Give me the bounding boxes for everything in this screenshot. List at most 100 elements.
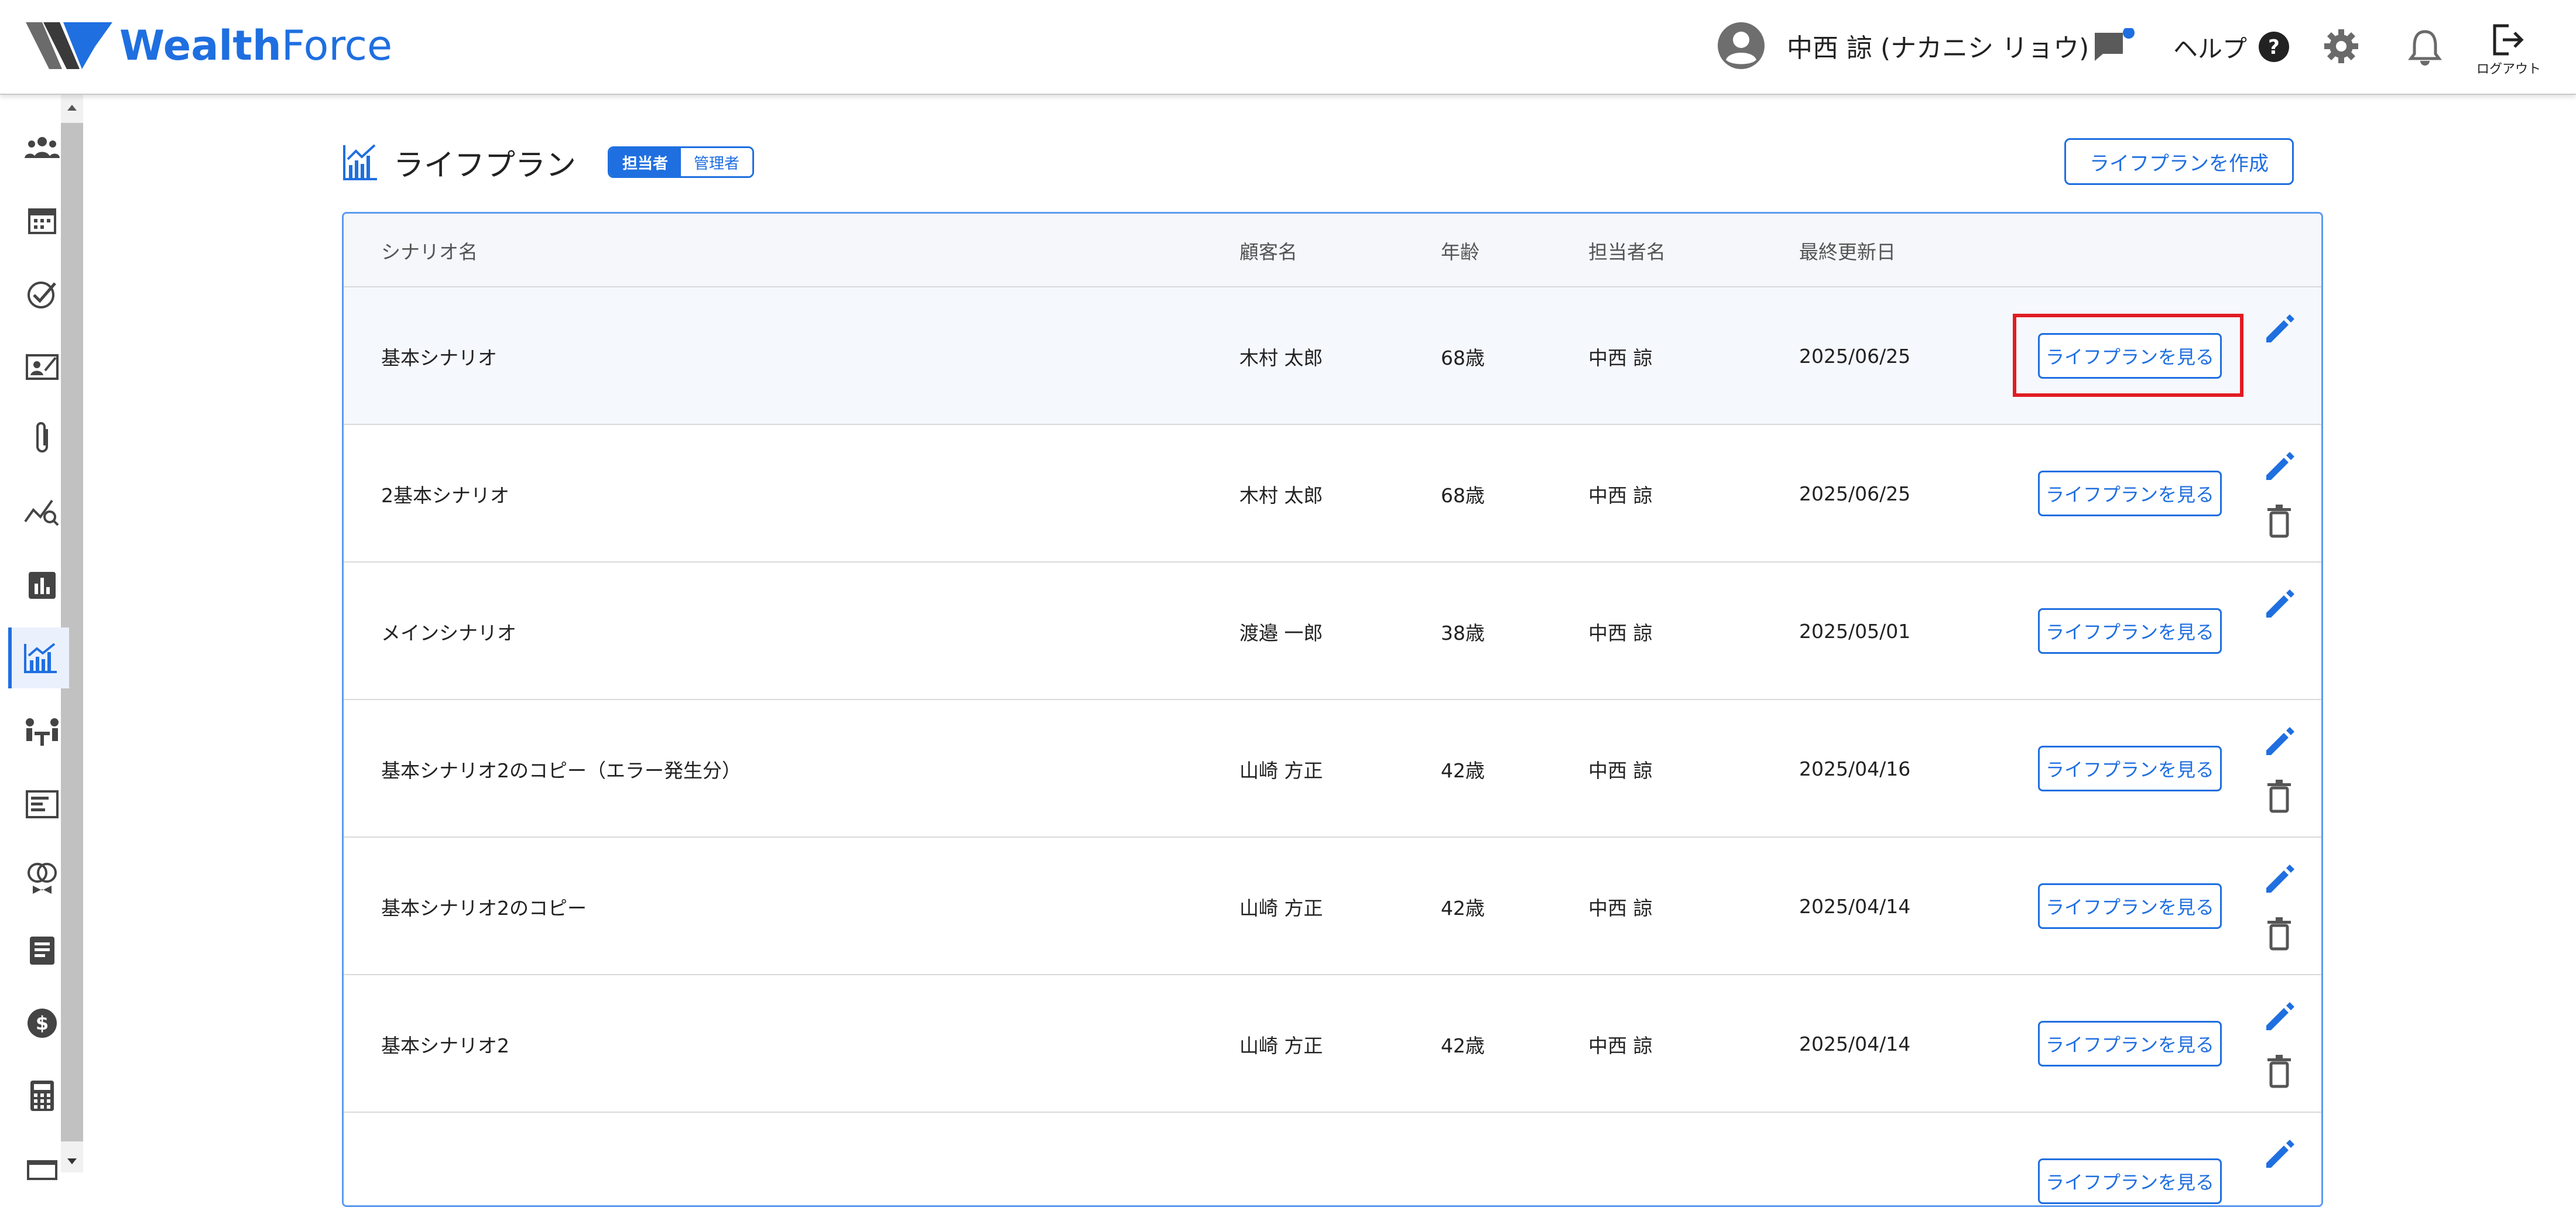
- edit-pencil-icon[interactable]: [2262, 586, 2298, 625]
- table-row[interactable]: ライフプランを見る: [344, 1113, 2321, 1205]
- column-header-staff: 担当者名: [1588, 241, 1666, 263]
- logout-icon: [2493, 24, 2524, 56]
- cell-staff-name: 中西 諒: [1588, 346, 1653, 369]
- create-lifeplan-button[interactable]: ライフプランを作成: [2064, 138, 2294, 185]
- dollar-icon: $: [28, 1009, 57, 1038]
- sidebar-item-meetings[interactable]: [12, 701, 73, 762]
- calculator-icon: [30, 1081, 54, 1111]
- cell-customer-name: 木村 太郎: [1239, 346, 1323, 369]
- user-menu[interactable]: 中西 諒 (ナカニシ リョウ): [1717, 21, 2089, 70]
- gear-icon[interactable]: [2322, 27, 2361, 68]
- edit-pencil-icon[interactable]: [2262, 448, 2298, 487]
- cell-updated-date: 2025/06/25: [1799, 345, 1911, 368]
- sidebar-item-customers[interactable]: [12, 117, 73, 178]
- view-lifeplan-button[interactable]: ライフプランを見る: [2038, 883, 2222, 929]
- lifeplan-title-icon: [343, 144, 377, 180]
- help-link[interactable]: ヘルプ ?: [2173, 28, 2290, 66]
- calendar-icon: [28, 208, 56, 234]
- toggle-admin[interactable]: 管理者: [681, 148, 753, 176]
- view-lifeplan-button[interactable]: ライフプランを見る: [2038, 471, 2222, 516]
- cell-scenario-name: 基本シナリオ2のコピー: [381, 896, 587, 920]
- check-circle-icon: [28, 282, 56, 308]
- cell-updated-date: 2025/04/16: [1799, 757, 1911, 780]
- table-header: シナリオ名 顧客名 年齢 担当者名 最終更新日: [344, 214, 2321, 287]
- chat-icon[interactable]: [2091, 27, 2138, 68]
- user-avatar-icon: [1718, 22, 1765, 69]
- column-header-updated: 最終更新日: [1799, 241, 1896, 263]
- edit-pencil-icon[interactable]: [2262, 861, 2298, 900]
- user-name: 中西 諒 (ナカニシ リョウ): [1787, 33, 2089, 63]
- column-header-customer: 顧客名: [1239, 241, 1297, 263]
- lifeplan-chart-icon: [24, 643, 57, 673]
- table-row[interactable]: 2基本シナリオ 木村 太郎 68歳 中西 諒 2025/06/25 ライフプランを見る: [344, 425, 2321, 563]
- edit-pencil-icon[interactable]: [2262, 311, 2298, 349]
- cell-updated-date: 2025/04/14: [1799, 1033, 1911, 1055]
- sidebar-item-finance[interactable]: $: [12, 993, 73, 1054]
- meeting-icon: [26, 718, 59, 746]
- table-row[interactable]: 基本シナリオ2 山崎 方正 42歳 中西 諒 2025/04/14 ライフプランを見る: [344, 975, 2321, 1113]
- chart-search-icon: [24, 499, 59, 526]
- cell-staff-name: 中西 諒: [1588, 1034, 1653, 1057]
- sidebar-item-contacts[interactable]: [12, 336, 73, 397]
- logo-text: WealthForce: [119, 22, 393, 70]
- document-icon: [30, 937, 54, 965]
- logout-label: ログアウト: [2476, 62, 2541, 77]
- view-lifeplan-button[interactable]: ライフプランを見る: [2038, 1158, 2222, 1204]
- top-header: WealthForce 中西 諒 (ナカニシ リョウ) ヘルプ ? ログアウト: [0, 0, 2576, 95]
- sidebar-item-reports[interactable]: [12, 555, 73, 616]
- wealthforce-logo[interactable]: WealthForce: [26, 21, 392, 70]
- page-title-row: ライフプラン 担当者 管理者: [342, 142, 755, 183]
- edit-pencil-icon[interactable]: [2262, 1136, 2298, 1175]
- cell-updated-date: 2025/04/14: [1799, 895, 1911, 918]
- cell-scenario-name: メインシナリオ: [381, 621, 516, 644]
- cell-scenario-name: 2基本シナリオ: [381, 484, 509, 507]
- delete-trash-icon[interactable]: [2263, 777, 2296, 817]
- toggle-staff[interactable]: 担当者: [609, 148, 681, 176]
- sidebar-item-life-events[interactable]: [12, 846, 73, 907]
- cell-age: 42歳: [1441, 896, 1485, 920]
- view-lifeplan-button[interactable]: ライフプランを見る: [2038, 333, 2222, 379]
- sidebar-item-tasks[interactable]: [12, 263, 73, 324]
- cell-staff-name: 中西 諒: [1588, 484, 1653, 507]
- table-row[interactable]: 基本シナリオ 木村 太郎 68歳 中西 諒 2025/06/25 ライフプランを見る: [344, 287, 2321, 425]
- view-lifeplan-button[interactable]: ライフプランを見る: [2038, 1021, 2222, 1067]
- table-row[interactable]: 基本シナリオ2のコピー 山崎 方正 42歳 中西 諒 2025/04/14 ライフプランを…: [344, 838, 2321, 975]
- tray-icon: [27, 1160, 57, 1180]
- contact-card-icon: [26, 354, 59, 380]
- view-lifeplan-button[interactable]: ライフプランを見る: [2038, 608, 2222, 654]
- delete-trash-icon[interactable]: [2263, 502, 2296, 542]
- cell-updated-date: 2025/06/25: [1799, 482, 1911, 505]
- bar-chart-icon: [29, 572, 56, 599]
- lifeplan-table: シナリオ名 顧客名 年齢 担当者名 最終更新日 基本シナリオ 木村 太郎 68歳 中西…: [342, 212, 2323, 1207]
- edit-pencil-icon[interactable]: [2262, 723, 2298, 762]
- delete-trash-icon[interactable]: [2263, 915, 2296, 955]
- cell-customer-name: 山崎 方正: [1239, 759, 1323, 782]
- notification-bell-icon[interactable]: [2407, 28, 2443, 69]
- column-header-age: 年齢: [1441, 241, 1479, 263]
- people-icon: [25, 137, 60, 158]
- view-lifeplan-button[interactable]: ライフプランを見る: [2038, 746, 2222, 791]
- sidebar-item-documents[interactable]: [12, 920, 73, 981]
- cell-customer-name: 山崎 方正: [1239, 1034, 1323, 1057]
- cell-age: 42歳: [1441, 759, 1485, 782]
- table-row[interactable]: メインシナリオ 渡邉 一郎 38歳 中西 諒 2025/05/01 ライフプランを見る: [344, 563, 2321, 700]
- edit-pencil-icon[interactable]: [2262, 999, 2298, 1037]
- sidebar-item-calculator[interactable]: [12, 1065, 73, 1126]
- delete-trash-icon[interactable]: [2263, 1052, 2296, 1092]
- table-row[interactable]: 基本シナリオ2のコピー（エラー発生分） 山崎 方正 42歳 中西 諒 2025/04/1…: [344, 700, 2321, 838]
- cell-staff-name: 中西 諒: [1588, 896, 1653, 920]
- sidebar-item-calendar[interactable]: [12, 190, 73, 251]
- cell-age: 42歳: [1441, 1034, 1485, 1057]
- cell-age: 68歳: [1441, 346, 1485, 369]
- cell-scenario-name: 基本シナリオ: [381, 346, 497, 369]
- column-header-scenario: シナリオ名: [381, 241, 478, 263]
- logout-button[interactable]: ログアウト: [2476, 23, 2541, 77]
- sidebar-item-articles[interactable]: [12, 774, 73, 835]
- cell-age: 68歳: [1441, 484, 1485, 507]
- sidebar-item-analysis[interactable]: [12, 482, 73, 543]
- sidebar-item-attachments[interactable]: [12, 409, 73, 469]
- role-toggle: 担当者 管理者: [608, 146, 755, 178]
- sidebar-item-more[interactable]: [12, 1138, 73, 1199]
- sidebar: $: [0, 95, 83, 1180]
- sidebar-item-lifeplan[interactable]: [8, 627, 69, 688]
